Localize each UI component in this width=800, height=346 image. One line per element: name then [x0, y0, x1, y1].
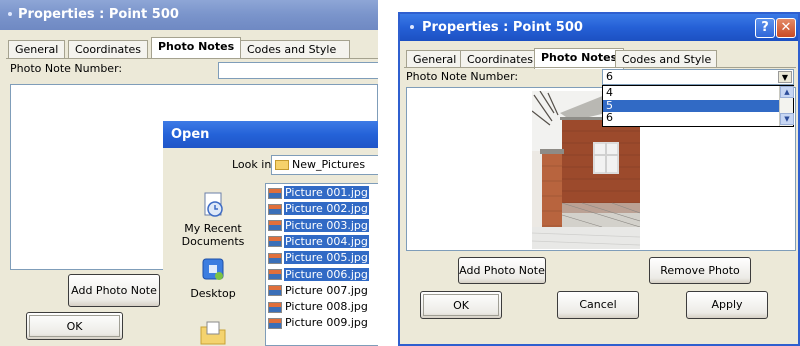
place-desktop[interactable]: Desktop [177, 256, 249, 300]
chevron-down-icon[interactable]: ▼ [778, 71, 792, 83]
remove-photo-note-button[interactable]: Remove Photo Note [649, 257, 751, 302]
place-my-documents[interactable] [177, 317, 249, 346]
dropdown-option[interactable]: 5 [603, 99, 779, 112]
tab-coordinates[interactable]: Coordinates [460, 50, 541, 68]
photo-note-number-value: 6 [606, 70, 613, 83]
jpg-file-icon [268, 317, 282, 329]
jpg-file-icon [268, 203, 282, 215]
file-list-item[interactable]: Picture 006.jpg [266, 267, 369, 283]
file-name: Picture 006.jpg [284, 267, 369, 281]
dropdown-scrollbar[interactable]: ▲ ▼ [779, 86, 794, 126]
look-in-dropdown[interactable]: New_Pictures [271, 155, 378, 175]
tab-divider [6, 58, 378, 59]
file-name: Picture 008.jpg [285, 300, 368, 314]
file-list-item[interactable]: Picture 007.jpg [266, 283, 369, 299]
recent-documents-icon [204, 192, 223, 217]
photo-note-number-select[interactable]: 6 ▼ [602, 69, 794, 85]
look-in-label: Look in: [232, 158, 275, 171]
tab-photo-notes[interactable]: Photo Notes [151, 37, 242, 58]
open-dialog-title[interactable]: Open [163, 121, 378, 148]
file-list: Picture 001.jpg Picture 002.jpg Picture 00… [265, 183, 378, 346]
ok-button[interactable]: OK [26, 312, 123, 340]
apply-button[interactable]: Apply [686, 291, 768, 319]
my-documents-icon [200, 321, 226, 345]
file-name: Picture 002.jpg [284, 202, 369, 216]
add-photo-note-button[interactable]: Add Photo Note [68, 274, 160, 307]
right-window-title: Properties : Point 500 [422, 20, 583, 35]
right-tab-strip: General Coordinates Photo Notes Codes an… [406, 48, 796, 69]
tab-divider [404, 67, 796, 68]
left-window-title: Properties : Point 500 [18, 7, 179, 22]
cancel-button[interactable]: Cancel [557, 291, 639, 319]
window-icon [8, 11, 12, 16]
scroll-up-icon[interactable]: ▲ [780, 86, 794, 98]
tab-codes-and-style[interactable]: Codes and Style [615, 50, 717, 68]
my-recent-documents-label: My Recent Documents [181, 222, 245, 248]
tab-photo-notes[interactable]: Photo Notes [534, 48, 625, 69]
file-name: Picture 007.jpg [285, 283, 368, 297]
add-photo-note-button[interactable]: Add Photo Note [458, 257, 546, 284]
window-icon [410, 24, 414, 29]
file-name: Picture 001.jpg [284, 186, 369, 199]
file-list-item[interactable]: Picture 002.jpg [266, 201, 369, 217]
file-list-item[interactable]: Picture 009.jpg [266, 315, 369, 331]
jpg-file-icon [268, 236, 282, 248]
file-name: Picture 004.jpg [284, 234, 369, 248]
close-icon: ✕ [780, 20, 792, 35]
photo-note-number-dropdown-list: 456 ▲ ▼ [602, 85, 794, 127]
ok-button-label: OK [29, 315, 120, 337]
jpg-file-icon [268, 252, 282, 264]
close-button[interactable]: ✕ [776, 18, 796, 38]
file-list-item[interactable]: Picture 008.jpg [266, 299, 369, 315]
open-file-dialog: Open Look in: New_Pictures My Recent Doc… [163, 121, 378, 346]
desktop-label: Desktop [190, 287, 236, 300]
tab-general[interactable]: General [8, 40, 66, 58]
help-button[interactable]: ? [755, 18, 775, 38]
file-list-item[interactable]: Picture 004.jpg [266, 234, 369, 250]
jpg-file-icon [268, 220, 282, 232]
folder-icon [275, 160, 289, 170]
look-in-value: New_Pictures [292, 158, 366, 171]
ok-button[interactable]: OK [420, 291, 502, 319]
jpg-file-icon [268, 187, 282, 199]
photo-note-number-field[interactable] [218, 62, 378, 79]
dropdown-option[interactable]: 6 [603, 112, 779, 124]
left-title-bar[interactable]: Properties : Point 500 [0, 0, 378, 30]
place-my-recent-documents[interactable]: My Recent Documents [177, 191, 249, 248]
file-name: Picture 003.jpg [284, 218, 369, 232]
scroll-down-icon[interactable]: ▼ [780, 113, 794, 125]
file-list-item[interactable]: Picture 001.jpg [266, 185, 369, 201]
ok-button-label: OK [423, 294, 499, 316]
jpg-file-icon [268, 301, 282, 313]
jpg-file-icon [268, 269, 282, 280]
file-list-item[interactable]: Picture 003.jpg [266, 218, 369, 234]
tab-general[interactable]: General [406, 50, 464, 68]
tab-codes-and-style[interactable]: Codes and Style [240, 40, 350, 58]
file-name: Picture 009.jpg [285, 316, 368, 330]
right-properties-window: Properties : Point 500 ? ✕ General Coord… [398, 12, 800, 346]
photo-note-number-label: Photo Note Number: [10, 62, 123, 75]
right-title-bar[interactable]: Properties : Point 500 [400, 14, 798, 41]
help-icon: ? [761, 20, 769, 35]
file-name: Picture 005.jpg [284, 251, 369, 265]
file-list-item[interactable]: Picture 005.jpg [266, 250, 369, 266]
dropdown-option[interactable]: 4 [603, 87, 779, 99]
photo-note-number-label: Photo Note Number: [406, 70, 519, 83]
desktop-icon [202, 258, 224, 280]
jpg-file-icon [268, 285, 282, 297]
tab-coordinates[interactable]: Coordinates [68, 40, 149, 58]
